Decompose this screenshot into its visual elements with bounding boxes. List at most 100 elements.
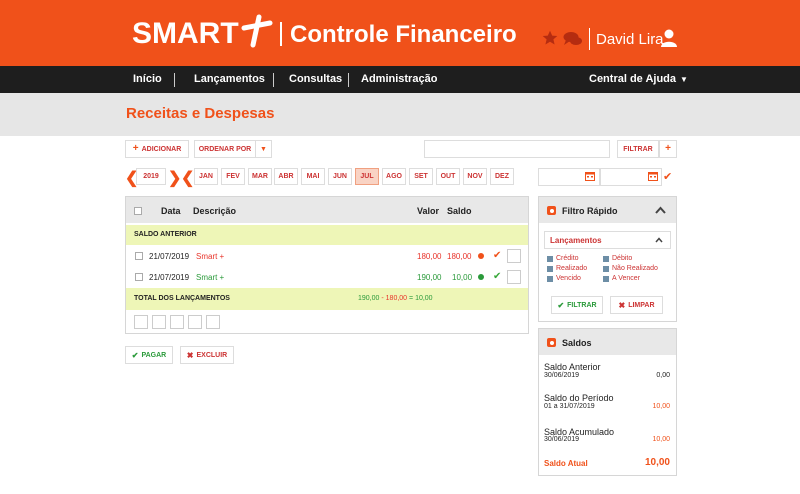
filter-button[interactable]: FILTRAR bbox=[617, 140, 659, 158]
user-icon[interactable] bbox=[661, 29, 677, 47]
month-button-mai[interactable]: MAI bbox=[301, 168, 325, 185]
bulk-action-box[interactable] bbox=[170, 315, 184, 329]
opening-balance-label: SALDO ANTERIOR bbox=[134, 231, 197, 238]
close-icon: ✖ bbox=[618, 300, 626, 310]
month-button-dez[interactable]: DEZ bbox=[490, 168, 514, 185]
overdue-label: Vencido bbox=[556, 275, 581, 282]
logo-text[interactable]: SMART bbox=[132, 18, 239, 50]
credit-label: Crédito bbox=[556, 255, 579, 262]
quick-filter-panel: Filtro Rápido Lançamentos Crédito Débito… bbox=[538, 196, 677, 322]
apply-date-check-icon[interactable]: ✔ bbox=[663, 170, 672, 183]
help-menu[interactable]: Central de Ajuda ▼ bbox=[589, 73, 688, 86]
total-equals: = bbox=[407, 295, 416, 302]
month-button-set[interactable]: SET bbox=[409, 168, 433, 185]
gear-icon bbox=[547, 338, 556, 347]
chevron-up-icon[interactable] bbox=[655, 206, 666, 214]
row-checkbox[interactable] bbox=[135, 252, 143, 260]
add-button-label: ADICIONAR bbox=[141, 145, 182, 153]
quick-filter-apply-button[interactable]: ✔ FILTRAR bbox=[551, 296, 603, 314]
month-button-mar[interactable]: MAR bbox=[248, 168, 272, 185]
caret-down-icon: ▼ bbox=[260, 145, 267, 153]
upcoming-label: A Vencer bbox=[612, 275, 641, 282]
row-description[interactable]: Smart + bbox=[196, 252, 224, 261]
month-button-ago[interactable]: AGO bbox=[382, 168, 406, 185]
quick-filter-title: Filtro Rápido bbox=[562, 206, 618, 216]
nav-item-administracao[interactable]: Administração bbox=[361, 73, 437, 86]
select-all-checkbox[interactable] bbox=[134, 207, 142, 215]
month-button-fev[interactable]: FEV bbox=[221, 168, 245, 185]
accum-balance-date: 30/06/2019 bbox=[544, 436, 580, 443]
table-row[interactable]: 21/07/2019 Smart + 180,00 180,00 ✔ bbox=[126, 246, 528, 266]
pay-button[interactable]: ✔ PAGAR bbox=[125, 346, 173, 364]
filter-add-button[interactable]: + bbox=[659, 140, 677, 158]
month-button-nov[interactable]: NOV bbox=[463, 168, 487, 185]
delete-button[interactable]: ✖ EXCLUIR bbox=[180, 346, 234, 364]
balances-title: Saldos bbox=[562, 338, 592, 348]
row-value: 190,00 bbox=[417, 273, 442, 282]
row-description[interactable]: Smart + bbox=[196, 273, 224, 282]
debit-checkbox[interactable] bbox=[603, 256, 609, 262]
nav-item-consultas[interactable]: Consultas bbox=[289, 73, 342, 86]
credit-checkbox[interactable] bbox=[547, 256, 553, 262]
pay-button-label: PAGAR bbox=[141, 351, 167, 359]
bulk-action-box[interactable] bbox=[152, 315, 166, 329]
add-button[interactable]: + ADICIONAR bbox=[125, 140, 189, 158]
total-result: 10,00 bbox=[415, 295, 433, 302]
entries-dropdown-label: Lançamentos bbox=[550, 236, 602, 245]
calendar-icon[interactable] bbox=[648, 171, 658, 181]
row-action-box[interactable] bbox=[507, 249, 521, 263]
calendar-icon[interactable] bbox=[585, 171, 595, 181]
status-dot bbox=[478, 253, 484, 259]
not-realized-checkbox[interactable] bbox=[603, 266, 609, 272]
row-balance: 10,00 bbox=[452, 273, 473, 282]
month-button-abr[interactable]: ABR bbox=[274, 168, 298, 185]
realized-checkbox[interactable] bbox=[547, 266, 553, 272]
period-balance-value: 10,00 bbox=[652, 403, 670, 410]
bulk-action-box[interactable] bbox=[134, 315, 148, 329]
user-name[interactable]: David Lira bbox=[596, 31, 664, 49]
previous-balance-label: Saldo Anterior bbox=[544, 362, 601, 372]
sort-button[interactable]: ORDENAR POR bbox=[194, 140, 256, 158]
month-button-out[interactable]: OUT bbox=[436, 168, 460, 185]
confirm-check-icon[interactable]: ✔ bbox=[493, 250, 501, 261]
overdue-checkbox[interactable] bbox=[547, 276, 553, 282]
chat-icon[interactable] bbox=[563, 31, 583, 47]
table-row[interactable]: 21/07/2019 Smart + 190,00 10,00 ✔ bbox=[126, 267, 528, 287]
check-icon: ✔ bbox=[131, 350, 139, 360]
filter-button-label: FILTRAR bbox=[623, 145, 653, 153]
month-button-jun[interactable]: JUN bbox=[328, 168, 352, 185]
confirm-check-icon[interactable]: ✔ bbox=[493, 271, 501, 282]
nav-item-lancamentos[interactable]: Lançamentos bbox=[194, 73, 265, 86]
delete-button-label: EXCLUIR bbox=[196, 351, 228, 359]
search-input[interactable] bbox=[424, 140, 610, 158]
page-title: Receitas e Despesas bbox=[126, 105, 275, 122]
star-icon[interactable] bbox=[542, 30, 558, 46]
check-icon: ✔ bbox=[557, 300, 565, 310]
plus-icon: + bbox=[665, 143, 671, 154]
month-button-jan[interactable]: JAN bbox=[194, 168, 218, 185]
entries-dropdown[interactable]: Lançamentos bbox=[544, 231, 671, 249]
upcoming-checkbox[interactable] bbox=[603, 276, 609, 282]
row-checkbox[interactable] bbox=[135, 273, 143, 281]
plus-icon: + bbox=[132, 143, 139, 154]
period-balance-label: Saldo do Período bbox=[544, 393, 614, 403]
bulk-action-box[interactable] bbox=[188, 315, 202, 329]
transactions-table: Data Descrição Valor Saldo SALDO ANTERIO… bbox=[125, 196, 529, 334]
month-prev-arrow-icon[interactable]: ❮ bbox=[181, 168, 194, 188]
quick-filter-header[interactable]: Filtro Rápido bbox=[539, 197, 676, 223]
quick-filter-clear-button[interactable]: ✖ LIMPAR bbox=[610, 296, 663, 314]
year-next-arrow-icon[interactable]: ❯ bbox=[168, 168, 181, 188]
month-button-jul[interactable]: JUL bbox=[355, 168, 379, 185]
header-value: Valor bbox=[417, 206, 440, 216]
row-date: 21/07/2019 bbox=[149, 252, 190, 261]
logo-plus-icon bbox=[241, 14, 273, 48]
quick-filter-clear-label: LIMPAR bbox=[628, 301, 655, 309]
row-action-box[interactable] bbox=[507, 270, 521, 284]
previous-balance-date: 30/06/2019 bbox=[544, 372, 580, 379]
bulk-action-box[interactable] bbox=[206, 315, 220, 329]
quick-filter-apply-label: FILTRAR bbox=[567, 301, 597, 309]
help-label: Central de Ajuda bbox=[589, 73, 676, 85]
sort-dropdown-button[interactable]: ▼ bbox=[255, 140, 272, 158]
row-value: 180,00 bbox=[417, 252, 442, 261]
nav-item-inicio[interactable]: Início bbox=[133, 73, 162, 86]
